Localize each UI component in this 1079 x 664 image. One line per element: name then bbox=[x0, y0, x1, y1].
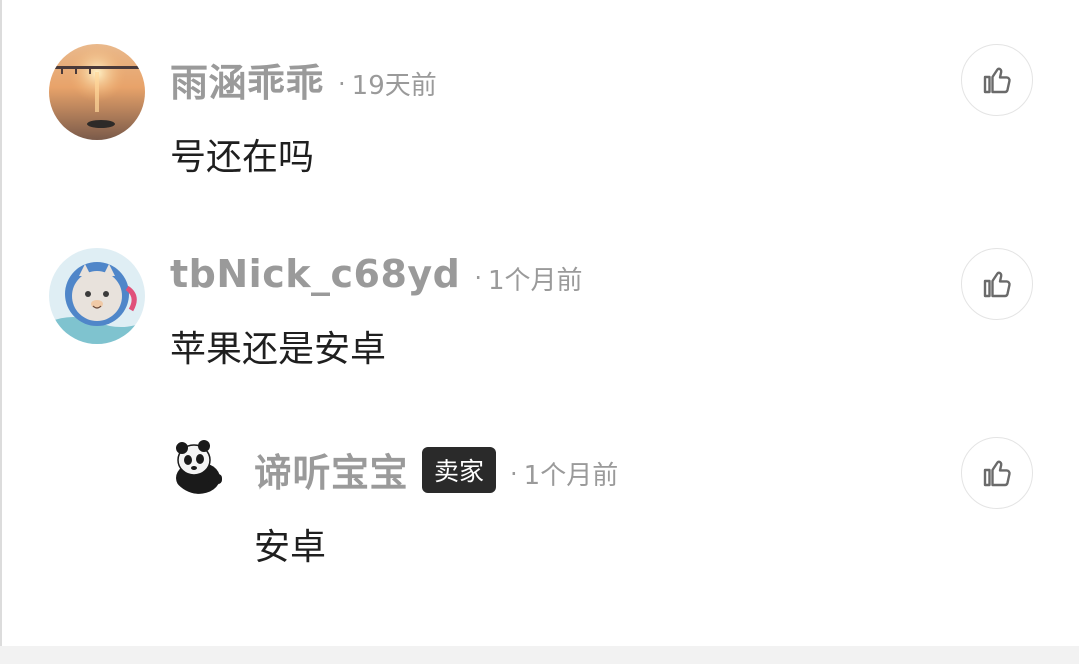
avatar[interactable] bbox=[49, 44, 145, 140]
comment-text: 号还在吗 bbox=[170, 137, 315, 178]
avatar[interactable] bbox=[49, 248, 145, 344]
comment-text: 苹果还是安卓 bbox=[170, 329, 387, 370]
comment-username[interactable]: tbNick_c68yd bbox=[170, 252, 460, 296]
bottom-divider bbox=[0, 646, 1079, 664]
separator-dot: · bbox=[474, 264, 483, 292]
like-button[interactable] bbox=[961, 44, 1033, 116]
sunset-bridge-avatar bbox=[49, 44, 145, 140]
thumbs-up-icon bbox=[983, 67, 1011, 94]
comment-item: 雨涵乖乖 · 19天前 号还在吗 bbox=[0, 0, 1079, 200]
comment-item: tbNick_c68yd · 1个月前 苹果还是安卓 bbox=[0, 200, 1079, 420]
comment-username[interactable]: 雨涵乖乖 bbox=[170, 52, 324, 107]
thumbs-up-icon bbox=[983, 271, 1011, 298]
separator-dot: · bbox=[338, 69, 346, 98]
reply-username[interactable]: 谛听宝宝 bbox=[254, 442, 408, 497]
reply-time: 1个月前 bbox=[523, 461, 619, 491]
reply-item: 谛听宝宝 卖家 · 1个月前 安卓 bbox=[0, 420, 1079, 646]
cat-astronaut-avatar bbox=[49, 248, 145, 344]
panda-avatar bbox=[170, 434, 230, 494]
thumbs-up-icon bbox=[983, 460, 1011, 487]
comment-time: 19天前 bbox=[351, 71, 437, 101]
like-button[interactable] bbox=[961, 248, 1033, 320]
reply-text: 安卓 bbox=[254, 527, 327, 568]
comment-time: 1个月前 bbox=[488, 265, 583, 296]
avatar[interactable] bbox=[170, 434, 230, 494]
separator-dot: · bbox=[510, 459, 518, 488]
like-button[interactable] bbox=[961, 437, 1033, 509]
seller-badge: 卖家 bbox=[422, 446, 497, 493]
